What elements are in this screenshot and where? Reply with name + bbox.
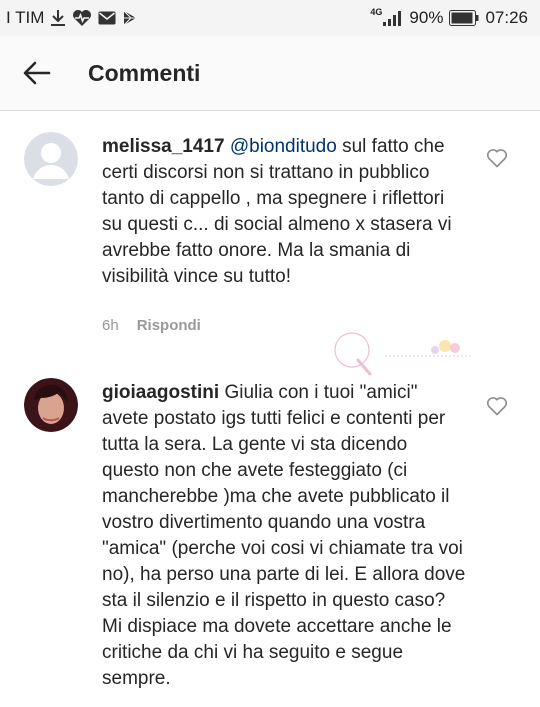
heart-rate-icon — [72, 9, 92, 27]
heart-outline-icon — [486, 397, 508, 416]
like-button[interactable] — [486, 396, 510, 418]
comment-content: Giulia con i tuoi "amici" avete postato … — [102, 382, 466, 689]
comment-username[interactable]: melissa_1417 — [102, 136, 225, 157]
status-bar: I TIM 4G 90% 07:26 — [0, 0, 540, 36]
reply-button[interactable]: Rispondi — [137, 317, 201, 334]
status-bar-left: I TIM — [0, 8, 138, 28]
comment-mention[interactable]: @bionditudo — [230, 136, 337, 157]
like-button[interactable] — [486, 148, 510, 170]
signal-icon: 4G — [370, 6, 403, 26]
comment-item: gioiaagostini Giulia con i tuoi "amici" … — [0, 348, 540, 707]
default-avatar-icon[interactable] — [24, 132, 78, 186]
comment-text: gioiaagostini Giulia con i tuoi "amici" … — [102, 380, 467, 692]
comment-text: melissa_1417 @bionditudo sul fatto che c… — [102, 134, 467, 290]
carrier-label: I TIM — [6, 8, 45, 27]
clock: 07:26 — [485, 8, 528, 27]
comment-meta: 6h Rispondi — [102, 317, 201, 334]
comment-item: melissa_1417 @bionditudo sul fatto che c… — [0, 110, 540, 348]
battery-icon — [449, 10, 479, 26]
battery-percent: 90% — [409, 8, 444, 27]
profile-photo[interactable] — [24, 378, 78, 432]
play-store-icon — [122, 10, 138, 26]
mail-icon — [98, 11, 116, 25]
download-icon — [50, 9, 66, 27]
page-title: Commenti — [88, 59, 201, 86]
arrow-left-icon — [23, 61, 51, 85]
app-header: Commenti — [0, 36, 540, 111]
back-button[interactable] — [20, 56, 54, 90]
status-bar-right: 4G 90% 07:26 — [370, 6, 540, 28]
heart-outline-icon — [486, 149, 508, 168]
network-type: 4G — [370, 6, 383, 17]
comment-content: sul fatto che certi discorsi non si trat… — [102, 136, 452, 287]
comment-username[interactable]: gioiaagostini — [102, 382, 219, 403]
comment-time: 6h — [102, 317, 119, 334]
